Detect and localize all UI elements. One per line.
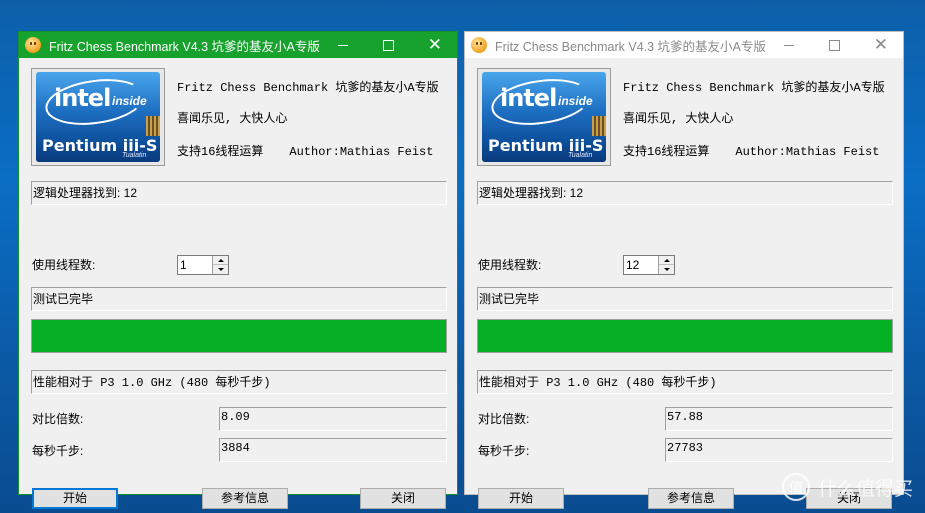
chip-icon — [592, 116, 606, 136]
ratio-label: 对比倍数: — [32, 412, 84, 426]
window-content: intel inside Pentium iii-S Tualatin Frit… — [465, 58, 903, 509]
info-line-1: Fritz Chess Benchmark 坑爹的基友小A专版 — [177, 81, 439, 95]
logo-intel-text: intel — [54, 84, 111, 112]
start-button[interactable]: 开始 — [478, 488, 564, 509]
ratio-value: 57.88 — [665, 407, 893, 431]
benchmark-window-1: Fritz Chess Benchmark V4.3 坑爹的基友小A专版 ✕ i… — [18, 31, 458, 509]
title-bar[interactable]: Fritz Chess Benchmark V4.3 坑爹的基友小A专版 ✕ — [19, 32, 457, 58]
logo-sub-text: Tualatin — [568, 152, 593, 159]
spin-down-icon[interactable] — [659, 265, 674, 274]
status-panel: 测试已完毕 — [31, 287, 447, 311]
kns-value: 3884 — [219, 438, 447, 462]
minimize-button[interactable] — [766, 32, 812, 58]
kns-value: 27783 — [665, 438, 893, 462]
info-line-3: 支持16线程运算 Author:Mathias Feist — [177, 142, 433, 159]
threads-spinner[interactable] — [623, 255, 675, 275]
spin-down-icon[interactable] — [213, 265, 228, 274]
logo-intel-text: intel — [500, 84, 557, 112]
threads-label: 使用线程数: — [32, 258, 96, 272]
performance-reference-panel: 性能相对于 P3 1.0 GHz (480 每秒千步) — [477, 370, 893, 394]
threads-input[interactable] — [624, 256, 658, 274]
close-window-button[interactable]: ✕ — [412, 32, 458, 58]
intel-pentium-logo-icon: intel inside Pentium iii-S Tualatin — [482, 72, 606, 162]
maximize-button[interactable] — [812, 32, 858, 58]
watermark-logo-icon: 值 — [781, 473, 810, 501]
intel-pentium-logo-icon: intel inside Pentium iii-S Tualatin — [36, 72, 160, 162]
close-button[interactable]: 关闭 — [360, 488, 446, 509]
title-bar[interactable]: Fritz Chess Benchmark V4.3 坑爹的基友小A专版 ✕ — [465, 32, 903, 58]
spinner-buttons — [212, 256, 228, 274]
reference-info-button[interactable]: 参考信息 — [202, 488, 288, 509]
threads-spinner[interactable] — [177, 255, 229, 275]
threads-input[interactable] — [178, 256, 212, 274]
window-title: Fritz Chess Benchmark V4.3 坑爹的基友小A专版 — [49, 39, 320, 54]
progress-bar — [477, 319, 893, 353]
maximize-button[interactable] — [366, 32, 412, 58]
benchmark-window-2: Fritz Chess Benchmark V4.3 坑爹的基友小A专版 ✕ i… — [464, 31, 904, 509]
app-icon — [471, 37, 487, 53]
watermark: 值 什么值得买 — [781, 473, 913, 501]
app-icon — [25, 37, 41, 53]
status-panel: 测试已完毕 — [477, 287, 893, 311]
cpu-logo: intel inside Pentium iii-S Tualatin — [477, 68, 611, 166]
info-line-1: Fritz Chess Benchmark 坑爹的基友小A专版 — [623, 81, 885, 95]
author-text: Author:Mathias Feist — [289, 145, 434, 159]
info-line-2: 喜闻乐见, 大快人心 — [177, 112, 288, 126]
performance-reference-panel: 性能相对于 P3 1.0 GHz (480 每秒千步) — [31, 370, 447, 394]
chip-icon — [146, 116, 160, 136]
ratio-value: 8.09 — [219, 407, 447, 431]
kns-label: 每秒千步: — [478, 444, 530, 458]
window-content: intel inside Pentium iii-S Tualatin Frit… — [19, 58, 457, 509]
close-window-button[interactable]: ✕ — [858, 32, 904, 58]
logo-inside-text: inside — [112, 94, 147, 108]
threads-support-text: 支持16线程运算 — [623, 145, 710, 159]
window-title: Fritz Chess Benchmark V4.3 坑爹的基友小A专版 — [495, 39, 766, 54]
ratio-label: 对比倍数: — [478, 412, 530, 426]
watermark-text: 什么值得买 — [817, 478, 913, 500]
kns-label: 每秒千步: — [32, 444, 84, 458]
cpu-found-panel: 逻辑处理器找到: 12 — [477, 181, 893, 205]
spinner-buttons — [658, 256, 674, 274]
progress-fill — [32, 320, 446, 352]
info-line-2: 喜闻乐见, 大快人心 — [623, 112, 734, 126]
minimize-button[interactable] — [320, 32, 366, 58]
author-text: Author:Mathias Feist — [735, 145, 880, 159]
cpu-found-panel: 逻辑处理器找到: 12 — [31, 181, 447, 205]
logo-inside-text: inside — [558, 94, 593, 108]
cpu-logo: intel inside Pentium iii-S Tualatin — [31, 68, 165, 166]
spin-up-icon[interactable] — [213, 256, 228, 265]
start-button[interactable]: 开始 — [32, 488, 118, 509]
info-line-3: 支持16线程运算 Author:Mathias Feist — [623, 142, 879, 159]
spin-up-icon[interactable] — [659, 256, 674, 265]
progress-bar — [31, 319, 447, 353]
progress-fill — [478, 320, 892, 352]
reference-info-button[interactable]: 参考信息 — [648, 488, 734, 509]
threads-label: 使用线程数: — [478, 258, 542, 272]
threads-support-text: 支持16线程运算 — [177, 145, 264, 159]
logo-sub-text: Tualatin — [122, 152, 147, 159]
